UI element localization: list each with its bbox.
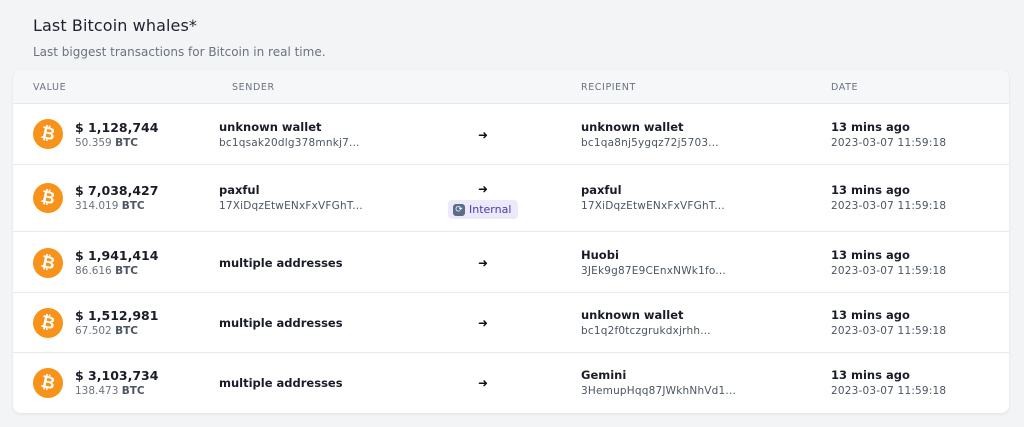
usd-value: $ 7,038,427: [75, 183, 159, 198]
recipient-name[interactable]: Gemini: [581, 368, 626, 382]
table-row[interactable]: ₿ $ 7,038,427 314.019 BTC paxful 17XiDqz…: [13, 165, 1009, 232]
recipient-name[interactable]: Huobi: [581, 248, 619, 262]
timestamp: 2023-03-07 11:59:18: [831, 325, 947, 337]
sender-name[interactable]: paxful: [219, 183, 260, 197]
recipient-name[interactable]: unknown wallet: [581, 120, 684, 134]
table-header: VALUE SENDER RECIPIENT DATE: [13, 70, 1009, 104]
arrow-right-icon: ➜: [478, 316, 489, 330]
usd-value: $ 1,941,414: [75, 248, 159, 263]
arrow-right-icon: ➜: [478, 182, 489, 196]
sender-address[interactable]: bc1qsak20dlg378mnkj7...: [219, 137, 360, 149]
usd-value: $ 1,512,981: [75, 308, 159, 323]
recipient-name[interactable]: paxful: [581, 183, 622, 197]
recipient-address[interactable]: bc1q2f0tczgrukdxjrhh...: [581, 325, 711, 337]
table-row[interactable]: ₿ $ 1,941,414 86.616 BTC multiple addres…: [13, 232, 1009, 293]
usd-value: $ 1,128,744: [75, 120, 159, 135]
relative-time: 13 mins ago: [831, 368, 910, 382]
timestamp: 2023-03-07 11:59:18: [831, 265, 947, 277]
sender-name[interactable]: multiple addresses: [219, 316, 343, 330]
refresh-icon: ⟳: [453, 203, 465, 216]
column-header-value[interactable]: VALUE: [33, 82, 66, 93]
recipient-address[interactable]: bc1qa8nj5ygqz72j5703...: [581, 137, 719, 149]
bitcoin-icon: ₿: [33, 183, 63, 213]
relative-time: 13 mins ago: [831, 120, 910, 134]
recipient-address[interactable]: 3JEk9g87E9CEnxNWk1fo...: [581, 265, 726, 277]
column-header-sender[interactable]: SENDER: [232, 82, 275, 93]
timestamp: 2023-03-07 11:59:18: [831, 385, 947, 397]
table-row[interactable]: ₿ $ 3,103,734 138.473 BTC multiple addre…: [13, 353, 1009, 413]
column-header-date[interactable]: DATE: [831, 82, 858, 93]
timestamp: 2023-03-07 11:59:18: [831, 137, 947, 149]
internal-badge: ⟳ Internal: [448, 200, 519, 219]
relative-time: 13 mins ago: [831, 308, 910, 322]
bitcoin-icon: ₿: [33, 368, 63, 398]
sender-name[interactable]: unknown wallet: [219, 120, 322, 134]
column-header-recipient[interactable]: RECIPIENT: [581, 82, 636, 93]
relative-time: 13 mins ago: [831, 183, 910, 197]
timestamp: 2023-03-07 11:59:18: [831, 200, 947, 212]
btc-value: 50.359 BTC: [75, 137, 138, 149]
page-header: Last Bitcoin whales* Last biggest transa…: [33, 16, 326, 59]
arrow-right-icon: ➜: [478, 256, 489, 270]
recipient-name[interactable]: unknown wallet: [581, 308, 684, 322]
arrow-right-icon: ➜: [478, 376, 489, 390]
whales-table: VALUE SENDER RECIPIENT DATE ₿ $ 1,128,74…: [13, 70, 1009, 413]
bitcoin-icon: ₿: [33, 119, 63, 149]
btc-value: 314.019 BTC: [75, 200, 145, 212]
btc-value: 86.616 BTC: [75, 265, 138, 277]
sender-name[interactable]: multiple addresses: [219, 376, 343, 390]
btc-value: 138.473 BTC: [75, 385, 145, 397]
arrow-right-icon: ➜: [478, 128, 489, 142]
btc-value: 67.502 BTC: [75, 325, 138, 337]
page-subtitle: Last biggest transactions for Bitcoin in…: [33, 45, 326, 59]
bitcoin-icon: ₿: [33, 248, 63, 278]
recipient-address[interactable]: 3HemupHqq87JWkhNhVd1...: [581, 385, 736, 397]
table-row[interactable]: ₿ $ 1,128,744 50.359 BTC unknown wallet …: [13, 104, 1009, 165]
recipient-address[interactable]: 17XiDqzEtwENxFxVFGhT...: [581, 200, 725, 212]
sender-name[interactable]: multiple addresses: [219, 256, 343, 270]
usd-value: $ 3,103,734: [75, 368, 159, 383]
badge-label: Internal: [469, 203, 512, 216]
table-row[interactable]: ₿ $ 1,512,981 67.502 BTC multiple addres…: [13, 293, 1009, 353]
page-title: Last Bitcoin whales*: [33, 16, 198, 35]
relative-time: 13 mins ago: [831, 248, 910, 262]
sender-address[interactable]: 17XiDqzEtwENxFxVFGhT...: [219, 200, 363, 212]
bitcoin-icon: ₿: [33, 308, 63, 338]
